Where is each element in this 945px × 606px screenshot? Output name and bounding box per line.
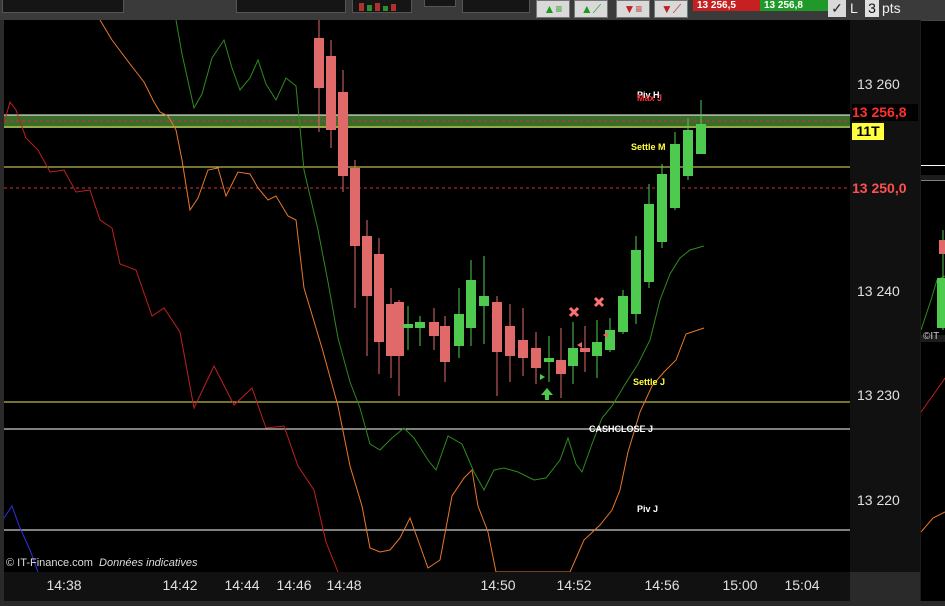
mini-chart xyxy=(920,179,945,335)
price-tick: 13 230 xyxy=(857,387,900,403)
candle-body xyxy=(429,322,439,336)
price-tick: 13 240 xyxy=(857,283,900,299)
pts-input[interactable]: 3 xyxy=(865,0,879,17)
mini-chart-label: ©IT xyxy=(923,331,940,342)
candle-body xyxy=(403,324,413,328)
candle-body xyxy=(696,124,706,154)
toolbar-field[interactable] xyxy=(2,0,124,13)
candle-body xyxy=(440,326,450,362)
candle-body xyxy=(466,280,476,328)
price-tick: 13 220 xyxy=(857,492,900,508)
pts-label: pts xyxy=(882,0,901,16)
candle-body xyxy=(544,358,554,362)
sell-limit-icon: ▼⟋ xyxy=(660,2,682,16)
max-j-label: Max J xyxy=(637,93,663,103)
candle-body xyxy=(592,342,602,356)
candle-body xyxy=(394,302,404,356)
time-tick: 15:04 xyxy=(784,577,820,593)
candle-body xyxy=(338,92,348,176)
mini-chart-bottom xyxy=(920,342,945,601)
candle-body xyxy=(670,144,680,208)
candle-body xyxy=(314,38,324,88)
candle-body xyxy=(580,348,590,352)
sell-marker-icon xyxy=(593,296,605,308)
settle-m-label: Settle M xyxy=(631,142,666,152)
ma-orange-line xyxy=(99,20,705,572)
checkmark-icon: ✓ xyxy=(831,0,843,16)
check-label: L xyxy=(850,0,858,16)
ma-red-line xyxy=(4,100,339,572)
settle-j-label: Settle J xyxy=(633,377,666,387)
candle-body xyxy=(683,130,693,176)
candle-body xyxy=(454,314,464,346)
time-tick: 14:48 xyxy=(326,577,362,593)
tick-count-badge: 11T xyxy=(852,123,884,140)
price-tick: 13 260 xyxy=(857,76,900,92)
time-tick: 14:52 xyxy=(556,577,592,593)
candle-body xyxy=(618,296,628,332)
price-axis[interactable]: 13 260 13 240 13 230 13 220 13 256,8 11T… xyxy=(850,20,920,572)
buy-arrow-icon xyxy=(541,388,553,400)
time-tick: 14:50 xyxy=(480,577,516,593)
candle-body xyxy=(631,250,641,314)
time-tick: 15:00 xyxy=(722,577,758,593)
candle-body xyxy=(657,174,667,242)
candlesticks xyxy=(314,20,706,398)
candle-body xyxy=(415,322,425,328)
price-chart[interactable]: Piv H Max J Settle M Settle J CASHCLOSE … xyxy=(4,20,850,572)
buy-price-button[interactable]: 13 256,8 xyxy=(760,0,830,11)
sell-marker-icon xyxy=(568,306,580,318)
order-price-badge: 13 250,0 xyxy=(852,180,918,197)
sell-stop-icon: ▼≡ xyxy=(623,2,643,16)
ma-green-line xyxy=(175,20,705,492)
candle-body xyxy=(479,296,489,306)
watermark: © IT-Finance.com Données indicatives xyxy=(6,557,197,569)
check-toggle[interactable]: ✓ xyxy=(828,0,846,17)
time-tick: 14:44 xyxy=(224,577,260,593)
candle-body xyxy=(568,348,578,366)
toolbar-field[interactable] xyxy=(236,0,346,13)
candle-body xyxy=(644,204,654,282)
candle-body xyxy=(505,326,515,356)
buy-stop-icon: ▲≡ xyxy=(543,2,563,16)
mini-chart-bottom-canvas xyxy=(920,377,945,533)
toolbar-field[interactable] xyxy=(424,0,456,7)
secondary-chart-panel[interactable]: ©IT xyxy=(920,20,945,601)
chart-type-selector[interactable] xyxy=(352,0,412,13)
bar-chart-icon xyxy=(359,3,396,11)
signal-tick-icon xyxy=(540,374,545,380)
sell-limit-button[interactable]: ▼⟋ xyxy=(654,0,688,18)
data-note: Données indicatives xyxy=(99,557,198,569)
sell-stop-button[interactable]: ▼≡ xyxy=(616,0,650,18)
price-chart-canvas[interactable] xyxy=(4,20,850,572)
time-tick: 14:38 xyxy=(46,577,82,593)
mini-chart-top xyxy=(921,20,945,175)
candle-body xyxy=(350,168,360,246)
time-tick: 14:56 xyxy=(644,577,680,593)
time-axis[interactable]: 14:38 14:42 14:44 14:46 14:48 14:50 14:5… xyxy=(4,572,850,601)
buy-limit-button[interactable]: ▲⟋ xyxy=(574,0,608,18)
candle-body xyxy=(518,340,528,358)
provider-credit: © IT-Finance.com xyxy=(6,557,93,569)
time-tick: 14:42 xyxy=(162,577,198,593)
buy-limit-icon: ▲⟋ xyxy=(580,2,602,16)
top-toolbar: ▲≡ ▲⟋ ▼≡ ▼⟋ 13 256,5 13 256,8 ✓ L 3 pts xyxy=(0,0,945,20)
buy-stop-button[interactable]: ▲≡ xyxy=(536,0,570,18)
mini-chart-canvas xyxy=(920,179,945,331)
toolbar-field[interactable] xyxy=(462,0,530,13)
candle-body xyxy=(374,254,384,342)
time-tick: 14:46 xyxy=(276,577,312,593)
candle-body xyxy=(531,348,541,368)
cashclose-j-label: CASHCLOSE J xyxy=(589,424,654,434)
candle-body xyxy=(326,56,336,130)
candle-body xyxy=(492,302,502,352)
piv-j-label: Piv J xyxy=(637,504,659,514)
candle-body xyxy=(556,360,566,374)
signal-tick-icon xyxy=(577,342,582,348)
sell-price-button[interactable]: 13 256,5 xyxy=(693,0,763,11)
current-price-badge: 13 256,8 xyxy=(852,104,918,121)
candle-body xyxy=(362,236,372,296)
